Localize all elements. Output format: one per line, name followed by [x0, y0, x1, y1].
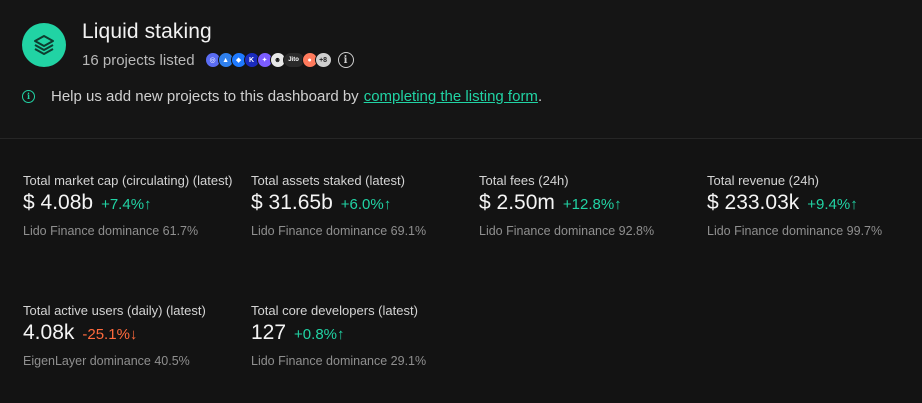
metric-value: $ 4.08b: [23, 191, 94, 214]
metric-label: Total fees (24h): [479, 173, 569, 188]
dashboard-header: Liquid staking 16 projects listed ◎ ▲ ◆ K ✦ ☻…: [0, 0, 922, 139]
metric-core-developers: Total core developers (latest) 127 +0.8%…: [251, 302, 461, 368]
metric-fees: Total fees (24h) $ 2.50m +12.8%↑ Lido Fi…: [479, 172, 689, 238]
metric-value: 4.08k: [23, 321, 75, 344]
metric-change: +0.8%↑: [294, 326, 345, 343]
info-circle-icon: i: [22, 89, 35, 103]
help-text: Help us add new projects to this dashboa…: [51, 87, 359, 105]
metric-label: Total assets staked (latest): [251, 173, 405, 188]
projects-count: 16 projects listed: [82, 51, 195, 69]
page-title: Liquid staking: [82, 20, 212, 43]
metric-label: Total market cap (circulating) (latest): [23, 173, 233, 188]
metric-dominance: Lido Finance dominance 29.1%: [251, 354, 427, 368]
metric-change: -25.1%↓: [82, 326, 138, 343]
listing-form-link[interactable]: completing the listing form: [364, 88, 538, 105]
metric-value: $ 2.50m: [479, 191, 555, 214]
metric-label: Total active users (daily) (latest): [23, 303, 206, 318]
metric-active-users: Total active users (daily) (latest) 4.08…: [23, 302, 233, 368]
metric-change: +9.4%↑: [807, 196, 858, 213]
metric-value: 127: [251, 321, 287, 344]
info-icon[interactable]: i: [337, 52, 354, 68]
project-icon-stack[interactable]: ◎ ▲ ◆ K ✦ ☻ Jito ● +8: [204, 52, 332, 68]
metric-dominance: EigenLayer dominance 40.5%: [23, 354, 190, 368]
metric-change: +6.0%↑: [340, 196, 392, 213]
metric-value: $ 31.65b: [251, 191, 333, 214]
metric-change: +12.8%↑: [562, 196, 622, 213]
metric-assets-staked: Total assets staked (latest) $ 31.65b +6…: [251, 172, 461, 238]
metric-change: +7.4%↑: [101, 196, 152, 213]
metric-dominance: Lido Finance dominance 61.7%: [23, 224, 199, 238]
help-text-end: .: [537, 87, 543, 105]
metric-dominance: Lido Finance dominance 92.8%: [479, 224, 655, 238]
help-banner: i Help us add new projects to this dashb…: [22, 86, 542, 106]
metric-dominance: Lido Finance dominance 69.1%: [251, 224, 427, 238]
metric-value: $ 233.03k: [707, 191, 800, 214]
metric-revenue: Total revenue (24h) $ 233.03k +9.4%↑ Lid…: [707, 172, 917, 238]
layers-icon: [22, 23, 66, 67]
metric-label: Total revenue (24h): [707, 173, 820, 188]
metric-dominance: Lido Finance dominance 99.7%: [707, 224, 883, 238]
metric-label: Total core developers (latest): [251, 303, 418, 318]
projects-summary: 16 projects listed ◎ ▲ ◆ K ✦ ☻ Jito ● +8 i: [82, 50, 354, 70]
metric-market-cap: Total market cap (circulating) (latest) …: [23, 172, 233, 238]
more-projects-badge[interactable]: +8: [314, 52, 332, 68]
